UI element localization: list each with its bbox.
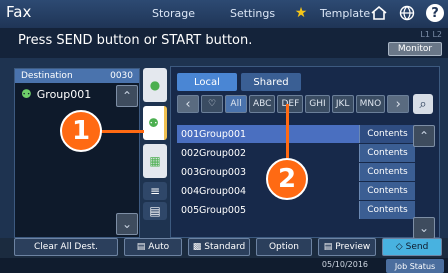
destination-header: Destination 0030	[15, 69, 139, 83]
message-bar: Press SEND button or START button. L1 L2…	[0, 28, 448, 58]
search-icon: ⌕	[419, 96, 427, 112]
list-icon: ≡	[149, 184, 161, 198]
favorites-button[interactable]: ♡	[201, 95, 223, 113]
search-button[interactable]: ⌕	[413, 94, 433, 114]
scroll-up-button[interactable]: ⌃	[116, 85, 138, 107]
address-book-tabs: Local Shared	[171, 73, 301, 91]
send-label: Send	[405, 242, 429, 252]
scroll-down-button[interactable]: ⌄	[116, 213, 138, 235]
address-book-panel: Local Shared ‹ ♡ All ABC DEF GHI JKL MNO…	[170, 66, 440, 239]
list-item[interactable]: 005 Group005 Contents	[177, 201, 415, 219]
row-name: Group001	[199, 128, 247, 140]
row-number: 005	[181, 204, 200, 216]
destination-label: Destination	[21, 71, 73, 81]
index-abc[interactable]: ABC	[249, 95, 276, 113]
document-icon: ▤	[136, 242, 146, 252]
job-status-button[interactable]: Job Status	[386, 259, 444, 273]
group-icon: ⚉	[21, 87, 32, 101]
index-next-button[interactable]: ›	[387, 95, 410, 113]
index-ghi[interactable]: GHI	[305, 95, 330, 113]
contents-button[interactable]: Contents	[359, 163, 415, 181]
option-button[interactable]: Option	[256, 238, 312, 256]
status-bar: 05/10/2016 Job Status	[0, 258, 448, 273]
destination-panel: Destination 0030 ⚉ Group001 ⌃ ⌄	[14, 68, 140, 238]
line-indicator: L1 L2	[420, 30, 442, 39]
callout-2-leader	[286, 104, 289, 158]
help-icon: ?	[426, 4, 444, 22]
preview-icon: ▤	[323, 242, 333, 252]
index-mno[interactable]: MNO	[355, 95, 386, 113]
monitor-button[interactable]: Monitor	[388, 42, 442, 56]
tab-storage[interactable]: Storage	[152, 7, 195, 20]
auto-button[interactable]: ▤ Auto	[124, 238, 182, 256]
list-item[interactable]: 001 Group001 Contents	[177, 125, 415, 143]
heart-icon: ♡	[207, 99, 217, 109]
standard-label: Standard	[204, 242, 246, 252]
contents-button[interactable]: Contents	[359, 201, 415, 219]
list-scroll-up-button[interactable]: ⌃	[413, 125, 435, 147]
home-icon[interactable]	[368, 3, 390, 23]
tab-local[interactable]: Local	[177, 73, 237, 91]
bottom-toolbar: Clear All Dest. ▤ Auto ▩ Standard Option…	[0, 238, 448, 258]
option-label: Option	[268, 242, 300, 252]
callout-1: 1	[60, 110, 102, 152]
index-def[interactable]: DEF	[277, 95, 304, 113]
keypad-icon: ▦	[149, 154, 161, 168]
index-buttons: ‹ ♡ All ABC DEF GHI JKL MNO ›	[177, 95, 410, 113]
send-button[interactable]: ◇ Send	[382, 238, 442, 256]
list-scrollbar[interactable]: ⌃ ⌄	[413, 125, 435, 239]
globe-icon[interactable]	[396, 3, 418, 23]
app-title: Fax	[6, 3, 32, 21]
person-icon: ●	[149, 78, 161, 92]
title-bar: Fax Storage Settings ★ Template ?	[0, 0, 448, 28]
standard-button[interactable]: ▩ Standard	[188, 238, 250, 256]
index-all[interactable]: All	[225, 95, 247, 113]
row-number: 001	[181, 128, 200, 140]
tab-shared[interactable]: Shared	[241, 73, 301, 91]
row-name: Group005	[199, 204, 247, 216]
group-icon: ⚉	[148, 116, 159, 130]
checker-icon: ▩	[192, 242, 202, 252]
send-icon: ◇	[395, 242, 403, 252]
contents-button[interactable]: Contents	[359, 125, 415, 143]
date-display: 05/10/2016	[321, 260, 368, 269]
help-button[interactable]: ?	[424, 3, 446, 23]
document-icon: ▤	[149, 204, 161, 218]
contents-button[interactable]: Contents	[359, 182, 415, 200]
destination-item-label: Group001	[36, 87, 92, 101]
status-message: Press SEND button or START button.	[18, 33, 253, 48]
tab-detail-view[interactable]: ▤	[143, 202, 167, 220]
callout-2: 2	[266, 158, 308, 200]
star-icon: ★	[294, 5, 308, 21]
index-prev-button[interactable]: ‹	[177, 95, 199, 113]
callout-1-leader	[98, 130, 144, 133]
destination-scrollbar[interactable]: ⌃ ⌄	[115, 83, 139, 237]
contents-button[interactable]: Contents	[359, 144, 415, 162]
tab-settings[interactable]: Settings	[230, 7, 275, 20]
row-number: 004	[181, 185, 200, 197]
list-scroll-down-button[interactable]: ⌄	[413, 217, 435, 239]
tab-list-view[interactable]: ≡	[143, 182, 167, 200]
index-jkl[interactable]: JKL	[331, 95, 354, 113]
preview-button[interactable]: ▤ Preview	[318, 238, 376, 256]
destination-count: 0030	[110, 71, 133, 81]
auto-label: Auto	[148, 242, 170, 252]
tab-keypad[interactable]: ▦	[143, 144, 167, 178]
clear-all-label: Clear All Dest.	[34, 242, 98, 252]
main-area: Destination 0030 ⚉ Group001 ⌃ ⌄ ● ⚉ ▦ ≡ …	[0, 58, 448, 239]
row-number: 002	[181, 147, 200, 159]
clear-all-button[interactable]: Clear All Dest.	[14, 238, 118, 256]
preview-label: Preview	[335, 242, 371, 252]
address-mode-tabs: ● ⚉ ▦ ≡ ▤	[143, 68, 169, 238]
tab-template[interactable]: Template	[320, 7, 370, 20]
tab-single-address[interactable]: ●	[143, 68, 167, 102]
row-number: 003	[181, 166, 200, 178]
tab-group-address[interactable]: ⚉	[143, 106, 167, 140]
